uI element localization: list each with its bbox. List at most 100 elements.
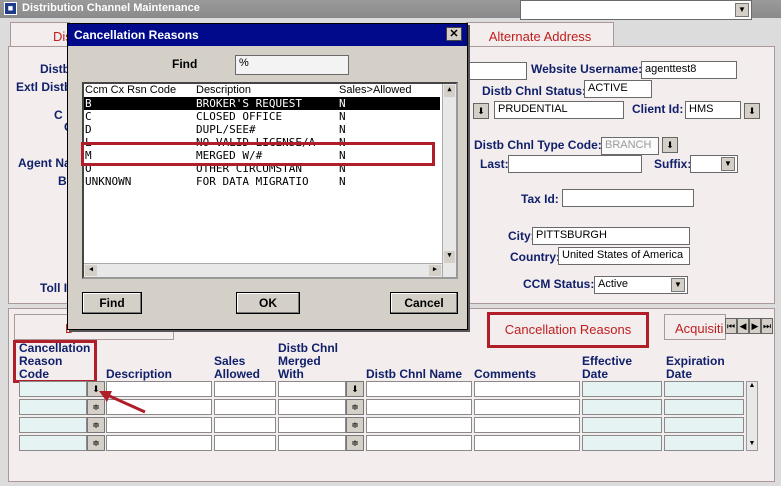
country-field[interactable]: United States of America — [558, 247, 690, 265]
top-dropdown[interactable]: ▼ — [520, 0, 752, 20]
merged-with-lookup-button[interactable]: ≑ — [346, 399, 364, 415]
list-header: Ccm Cx Rsn Code Description Sales>Allowe… — [84, 84, 440, 97]
find-input[interactable]: % — [235, 55, 349, 75]
ccm-status-label: CCM Status: — [523, 277, 595, 291]
distb-field[interactable] — [467, 62, 527, 80]
comments-cell[interactable] — [474, 381, 580, 397]
effective-date-cell[interactable] — [582, 381, 662, 397]
distb-chnl-status-field[interactable]: ACTIVE — [584, 80, 652, 98]
list-item-code: C — [85, 110, 92, 123]
list-item[interactable]: D DUPL/SEE# N — [84, 123, 440, 136]
reason-code-cell[interactable] — [19, 381, 87, 397]
tax-id-field[interactable] — [562, 189, 694, 207]
chnl-name-cell[interactable] — [366, 417, 472, 433]
effective-date-cell[interactable] — [582, 417, 662, 433]
list-item-description: BROKER'S REQUEST — [196, 97, 302, 110]
expiration-date-cell[interactable] — [664, 417, 744, 433]
header-expiration-date: Expiration Date — [666, 354, 725, 381]
company-lookup-button[interactable]: ⬇ — [473, 103, 489, 119]
description-cell[interactable] — [106, 417, 212, 433]
effective-date-cell[interactable] — [582, 435, 662, 451]
ok-button[interactable]: OK — [236, 292, 300, 314]
type-code-lookup-button[interactable]: ⬇ — [662, 137, 678, 153]
website-username-field[interactable]: agenttest8 — [641, 61, 737, 79]
find-label: Find — [172, 57, 198, 71]
dialog-title-bar: Cancellation Reasons ✕ — [68, 24, 467, 46]
list-item[interactable]: B BROKER'S REQUEST N — [84, 97, 440, 110]
reason-code-lookup-button[interactable]: ≑ — [87, 417, 105, 433]
distb-label: Distb — [40, 62, 70, 76]
cancel-button[interactable]: Cancel — [390, 292, 458, 314]
c-label-1: C — [54, 108, 63, 122]
merged-with-lookup-button[interactable]: ≑ — [346, 435, 364, 451]
chevron-down-icon[interactable]: ▼ — [721, 157, 735, 171]
suffix-select[interactable]: ▼ — [690, 155, 738, 173]
reasons-list[interactable]: Ccm Cx Rsn Code Description Sales>Allowe… — [82, 82, 458, 279]
client-id-field[interactable]: HMS — [685, 101, 741, 119]
extl-distb-label: Extl Distb — [16, 80, 72, 94]
scroll-up-icon[interactable]: ▲ — [444, 85, 455, 97]
last-name-field[interactable] — [508, 155, 642, 173]
header-comments: Comments — [474, 367, 537, 381]
sales-allowed-cell[interactable] — [214, 417, 276, 433]
next-tab-icon[interactable]: ▶ — [749, 318, 761, 334]
chnl-name-cell[interactable] — [366, 435, 472, 451]
chevron-down-icon[interactable]: ▼ — [735, 3, 749, 17]
reason-code-cell[interactable] — [19, 399, 87, 415]
reason-code-lookup-button[interactable]: ≑ — [87, 435, 105, 451]
last-tab-icon[interactable]: ⏭ — [761, 318, 773, 334]
expiration-date-cell[interactable] — [664, 399, 744, 415]
list-vertical-scrollbar[interactable]: ▲ ▼ — [442, 84, 456, 277]
merged-with-lookup-button[interactable]: ≑ — [346, 417, 364, 433]
ccm-status-select[interactable]: Active ▼ — [594, 276, 688, 294]
client-id-lookup-button[interactable]: ⬇ — [744, 103, 760, 119]
merged-with-cell[interactable] — [278, 399, 346, 415]
header-effective-date: Effective Date — [582, 354, 633, 381]
chnl-name-cell[interactable] — [366, 399, 472, 415]
merged-with-cell[interactable] — [278, 381, 346, 397]
scroll-up-icon[interactable]: ▲ — [747, 382, 757, 392]
country-label: Country: — [510, 250, 560, 264]
expiration-date-cell[interactable] — [664, 381, 744, 397]
merged-with-lookup-button[interactable]: ⬇ — [346, 381, 364, 397]
chnl-name-cell[interactable] — [366, 381, 472, 397]
tab-distb[interactable]: Dist — [10, 22, 75, 48]
expiration-date-cell[interactable] — [664, 435, 744, 451]
distb-chnl-type-code-field[interactable]: BRANCH — [601, 137, 659, 155]
header-sales-allowed: Sales Allowed — [214, 354, 261, 381]
comments-cell[interactable] — [474, 399, 580, 415]
scroll-down-icon[interactable]: ▼ — [444, 251, 455, 263]
sales-allowed-cell[interactable] — [214, 381, 276, 397]
effective-date-cell[interactable] — [582, 399, 662, 415]
sales-allowed-cell[interactable] — [214, 399, 276, 415]
list-horizontal-scrollbar[interactable]: ◀ ▶ — [84, 263, 442, 277]
description-cell[interactable] — [106, 435, 212, 451]
close-icon[interactable]: ✕ — [446, 27, 462, 41]
tab-acquisition[interactable]: Acquisiti — [664, 314, 726, 340]
grid-scrollbar[interactable]: ▲ ▼ — [746, 381, 758, 451]
list-item[interactable]: UNKNOWN FOR DATA MIGRATIO N — [84, 175, 440, 188]
list-item-description: CLOSED OFFICE — [196, 110, 283, 123]
chevron-down-icon[interactable]: ▼ — [671, 278, 685, 292]
merged-with-cell[interactable] — [278, 417, 346, 433]
scroll-down-icon[interactable]: ▼ — [747, 440, 757, 450]
reason-code-cell[interactable] — [19, 417, 87, 433]
find-button[interactable]: Find — [82, 292, 142, 314]
city-field[interactable]: PITTSBURGH — [532, 227, 690, 245]
scroll-right-icon[interactable]: ▶ — [429, 265, 441, 276]
company-field[interactable]: PRUDENTIAL — [494, 101, 624, 119]
prev-tab-icon[interactable]: ◀ — [737, 318, 749, 334]
list-item[interactable]: C CLOSED OFFICE N — [84, 110, 440, 123]
comments-cell[interactable] — [474, 417, 580, 433]
tab-alternate-address[interactable]: Alternate Address — [466, 22, 614, 48]
comments-cell[interactable] — [474, 435, 580, 451]
reason-code-cell[interactable] — [19, 435, 87, 451]
first-tab-icon[interactable]: ⏮ — [725, 318, 737, 334]
sales-allowed-cell[interactable] — [214, 435, 276, 451]
list-item-sales: N — [339, 175, 346, 188]
merged-with-cell[interactable] — [278, 435, 346, 451]
tab-cancellation-reasons[interactable]: Cancellation Reasons — [487, 312, 649, 348]
website-username-label: Website Username: — [531, 62, 643, 76]
scroll-left-icon[interactable]: ◀ — [85, 265, 97, 276]
tab-acquisition-label: Acquisiti — [675, 321, 724, 336]
